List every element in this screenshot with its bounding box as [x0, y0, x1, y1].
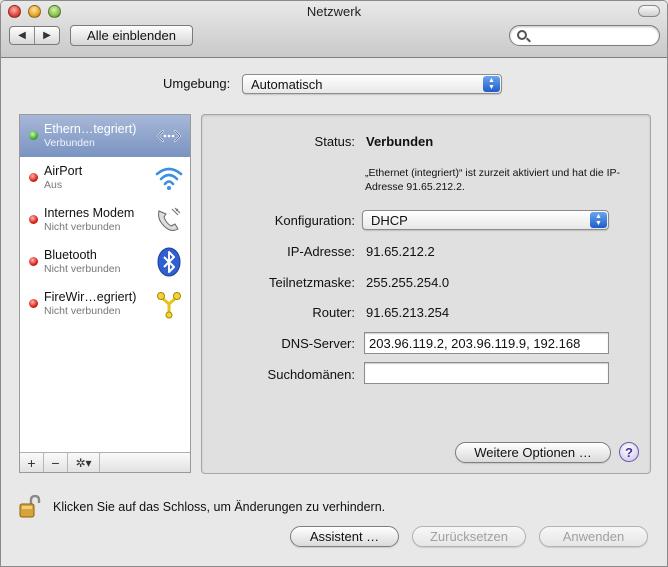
- dns-server-field[interactable]: 203.96.119.2, 203.96.119.9, 192.168: [364, 332, 609, 354]
- service-item-firewire[interactable]: FireWir…egriert) Nicht verbunden: [20, 283, 190, 325]
- airport-wifi-icon: [155, 167, 183, 190]
- status-value: Verbunden: [366, 134, 434, 149]
- network-preferences-window: Netzwerk ◀ ▶ Alle einblenden Umgebung: A…: [0, 0, 668, 567]
- status-dot-red-icon: [29, 215, 38, 224]
- ethernet-icon: [157, 130, 181, 142]
- service-list-toolbar: + − ✲▾: [20, 452, 190, 472]
- bluetooth-icon: [157, 247, 181, 277]
- service-status: Nicht verbunden: [44, 221, 121, 233]
- service-name: Ethern…tegriert): [44, 122, 137, 136]
- service-item-airport[interactable]: AirPort Aus: [20, 157, 190, 199]
- service-status: Verbunden: [44, 137, 95, 149]
- search-input[interactable]: [532, 28, 652, 43]
- back-button[interactable]: ◀: [10, 27, 34, 44]
- search-domains-field[interactable]: [364, 362, 609, 384]
- assistant-button[interactable]: Assistent …: [290, 526, 399, 547]
- service-item-modem[interactable]: Internes Modem Nicht verbunden: [20, 199, 190, 241]
- subnet-mask-label: Teilnetzmaske:: [269, 275, 355, 290]
- help-button[interactable]: ?: [619, 442, 639, 462]
- status-dot-red-icon: [29, 173, 38, 182]
- more-options-button[interactable]: Weitere Optionen …: [455, 442, 611, 463]
- gear-icon[interactable]: ✲▾: [68, 453, 100, 472]
- status-dot-red-icon: [29, 257, 38, 266]
- status-label: Status:: [314, 134, 355, 149]
- back-forward-group: ◀ ▶: [9, 26, 60, 45]
- apply-button: Anwenden: [539, 526, 648, 547]
- service-status: Nicht verbunden: [44, 263, 121, 275]
- remove-service-button[interactable]: −: [44, 453, 68, 472]
- configuration-value: DHCP: [371, 212, 408, 228]
- add-service-button[interactable]: +: [20, 453, 44, 472]
- search-domains-label: Suchdomänen:: [267, 367, 355, 382]
- show-all-button[interactable]: Alle einblenden: [70, 25, 193, 46]
- firewire-icon: [157, 292, 181, 319]
- service-item-bluetooth[interactable]: Bluetooth Nicht verbunden: [20, 241, 190, 283]
- router-value: 91.65.213.254: [366, 305, 450, 320]
- dns-server-label: DNS-Server:: [281, 336, 355, 351]
- router-label: Router:: [312, 305, 355, 320]
- revert-button: Zurücksetzen: [412, 526, 526, 547]
- location-label: Umgebung:: [163, 76, 231, 91]
- popup-arrows-icon: ▲ ▼: [483, 76, 500, 92]
- service-name: FireWir…egriert): [44, 290, 137, 304]
- toolbar-toggle-button[interactable]: [638, 5, 660, 17]
- search-field[interactable]: [509, 25, 660, 46]
- service-name: Bluetooth: [44, 248, 97, 262]
- location-popup[interactable]: Automatisch ▲ ▼: [242, 74, 502, 94]
- service-status: Nicht verbunden: [44, 305, 121, 317]
- location-value: Automatisch: [251, 76, 323, 92]
- search-icon: [517, 30, 527, 40]
- ip-address-value: 91.65.212.2: [366, 244, 435, 259]
- status-dot-red-icon: [29, 299, 38, 308]
- configuration-popup[interactable]: DHCP ▲ ▼: [362, 210, 609, 230]
- subnet-mask-value: 255.255.254.0: [366, 275, 450, 290]
- service-detail-panel: Status: Verbunden „Ethernet (integriert)…: [201, 114, 651, 474]
- window-title: Netzwerk: [306, 4, 362, 19]
- lock-open-icon[interactable]: [19, 495, 43, 519]
- popup-arrows-icon: ▲ ▼: [590, 212, 607, 228]
- service-item-ethernet[interactable]: Ethern…tegriert) Verbunden: [20, 115, 190, 157]
- forward-button[interactable]: ▶: [34, 27, 59, 44]
- service-name: Internes Modem: [44, 206, 135, 220]
- titlebar: Netzwerk ◀ ▶ Alle einblenden: [1, 1, 667, 58]
- status-dot-green-icon: [29, 131, 38, 140]
- status-note: „Ethernet (integriert)“ ist zurzeit akti…: [365, 167, 621, 193]
- service-list: Ethern…tegriert) Verbunden AirPort Aus I…: [19, 114, 191, 473]
- lock-hint-text: Klicken Sie auf das Schloss, um Änderung…: [53, 500, 386, 514]
- service-status: Aus: [44, 179, 63, 191]
- configuration-label: Konfiguration:: [274, 213, 355, 228]
- modem-phone-icon: [158, 207, 181, 231]
- ip-address-label: IP-Adresse:: [287, 244, 355, 259]
- service-name: AirPort: [44, 164, 83, 178]
